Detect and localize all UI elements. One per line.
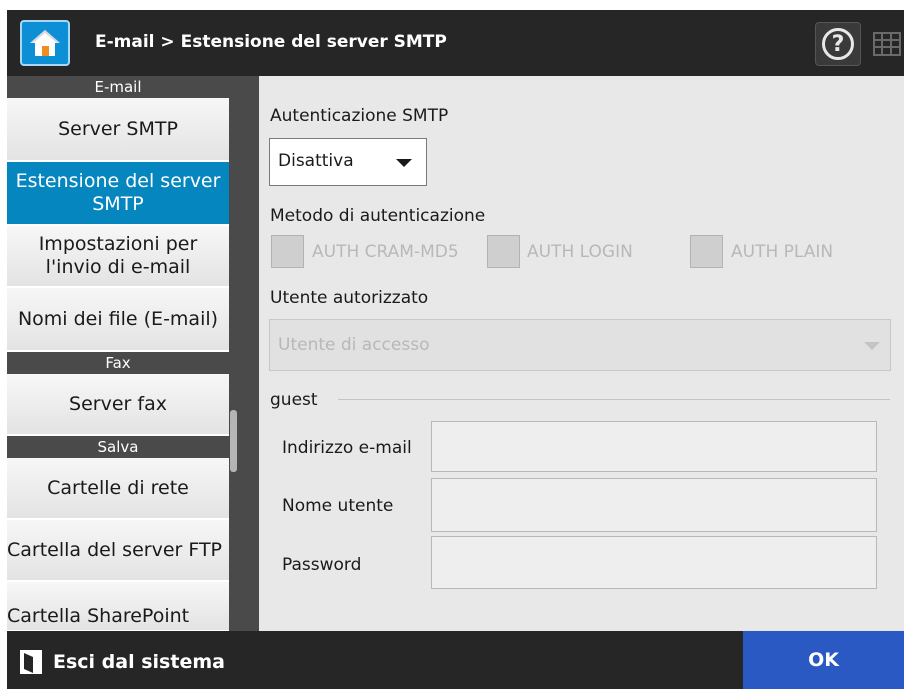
sidebar-scroll-track — [229, 76, 259, 631]
sidebar-item-label: Estensione del server SMTP — [15, 170, 221, 215]
sidebar-item-email-settings[interactable]: Impostazioni per l'invio di e-mail — [7, 226, 229, 288]
keyboard-button[interactable] — [869, 22, 904, 66]
auth-cram-md5-checkbox[interactable] — [271, 235, 304, 268]
ok-label: OK — [808, 649, 839, 671]
sidebar-item-network-folders[interactable]: Cartelle di rete — [7, 458, 229, 520]
help-icon: ? — [822, 28, 854, 60]
auth-cram-md5-label: AUTH CRAM-MD5 — [312, 242, 459, 262]
sidebar-item-ftp-folder[interactable]: Cartella del server FTP — [7, 520, 229, 582]
sidebar-menu: E-mail Server SMTP Estensione del server… — [7, 76, 229, 631]
sidebar-item-label: Cartella del server FTP — [7, 538, 223, 561]
logout-icon — [20, 650, 42, 674]
divider — [338, 399, 890, 400]
auth-login-label: AUTH LOGIN — [527, 242, 633, 262]
sidebar-item-label: Cartelle di rete — [47, 476, 189, 499]
logout-label: Esci dal sistema — [53, 651, 225, 673]
help-button[interactable]: ? — [815, 22, 861, 66]
authorized-user-select[interactable]: Utente di accesso — [269, 319, 891, 371]
guest-group-label: guest — [270, 390, 318, 410]
email-label: Indirizzo e-mail — [282, 438, 412, 458]
sidebar-item-label: Server fax — [69, 392, 167, 415]
auth-login-checkbox[interactable] — [487, 235, 520, 268]
home-button[interactable] — [20, 20, 70, 66]
auth-plain-label: AUTH PLAIN — [731, 242, 834, 262]
password-field[interactable] — [431, 536, 877, 589]
chevron-down-icon — [396, 159, 412, 167]
sidebar-section-email: E-mail — [7, 76, 229, 98]
sidebar-item-label: Server SMTP — [58, 117, 178, 140]
footer-bar: Esci dal sistema OK — [7, 631, 904, 689]
sidebar-item-smtp-server[interactable]: Server SMTP — [7, 98, 229, 162]
sidebar-item-sharepoint-folder[interactable]: Cartella SharePoint — [7, 582, 229, 631]
settings-panel: Autenticazione SMTP Disattiva Metodo di … — [259, 76, 904, 631]
authorized-user-label: Utente autorizzato — [270, 288, 429, 308]
sidebar-item-file-names[interactable]: Nomi dei file (E-mail) — [7, 288, 229, 352]
home-icon — [30, 30, 60, 56]
username-field[interactable] — [431, 478, 877, 532]
auth-plain-checkbox[interactable] — [690, 235, 723, 268]
sidebar-item-label: Cartella SharePoint — [7, 605, 190, 628]
password-label: Password — [282, 555, 362, 575]
username-label: Nome utente — [282, 496, 394, 516]
sidebar-section-save: Salva — [7, 436, 229, 458]
sidebar-item-smtp-extension[interactable]: Estensione del server SMTP — [7, 162, 229, 226]
email-field[interactable] — [431, 421, 877, 472]
auth-method-label: Metodo di autenticazione — [270, 206, 486, 226]
sidebar-scrollbar-thumb[interactable] — [230, 410, 237, 472]
smtp-auth-value: Disattiva — [278, 151, 354, 171]
smtp-auth-select[interactable]: Disattiva — [269, 138, 427, 186]
sidebar-section-fax: Fax — [7, 352, 229, 374]
keyboard-icon — [872, 32, 901, 56]
chevron-down-icon — [864, 342, 880, 350]
smtp-auth-label: Autenticazione SMTP — [270, 106, 449, 126]
sidebar-item-label: Nomi dei file (E-mail) — [17, 307, 219, 330]
logout-button[interactable]: Esci dal sistema — [19, 649, 225, 675]
header-bar: E-mail > Estensione del server SMTP ? — [7, 10, 904, 76]
ok-button[interactable]: OK — [743, 631, 904, 689]
page-title: E-mail > Estensione del server SMTP — [95, 32, 447, 52]
sidebar-item-fax-server[interactable]: Server fax — [7, 374, 229, 436]
sidebar-item-label: Impostazioni per l'invio di e-mail — [38, 233, 198, 278]
authorized-user-value: Utente di accesso — [278, 335, 430, 355]
